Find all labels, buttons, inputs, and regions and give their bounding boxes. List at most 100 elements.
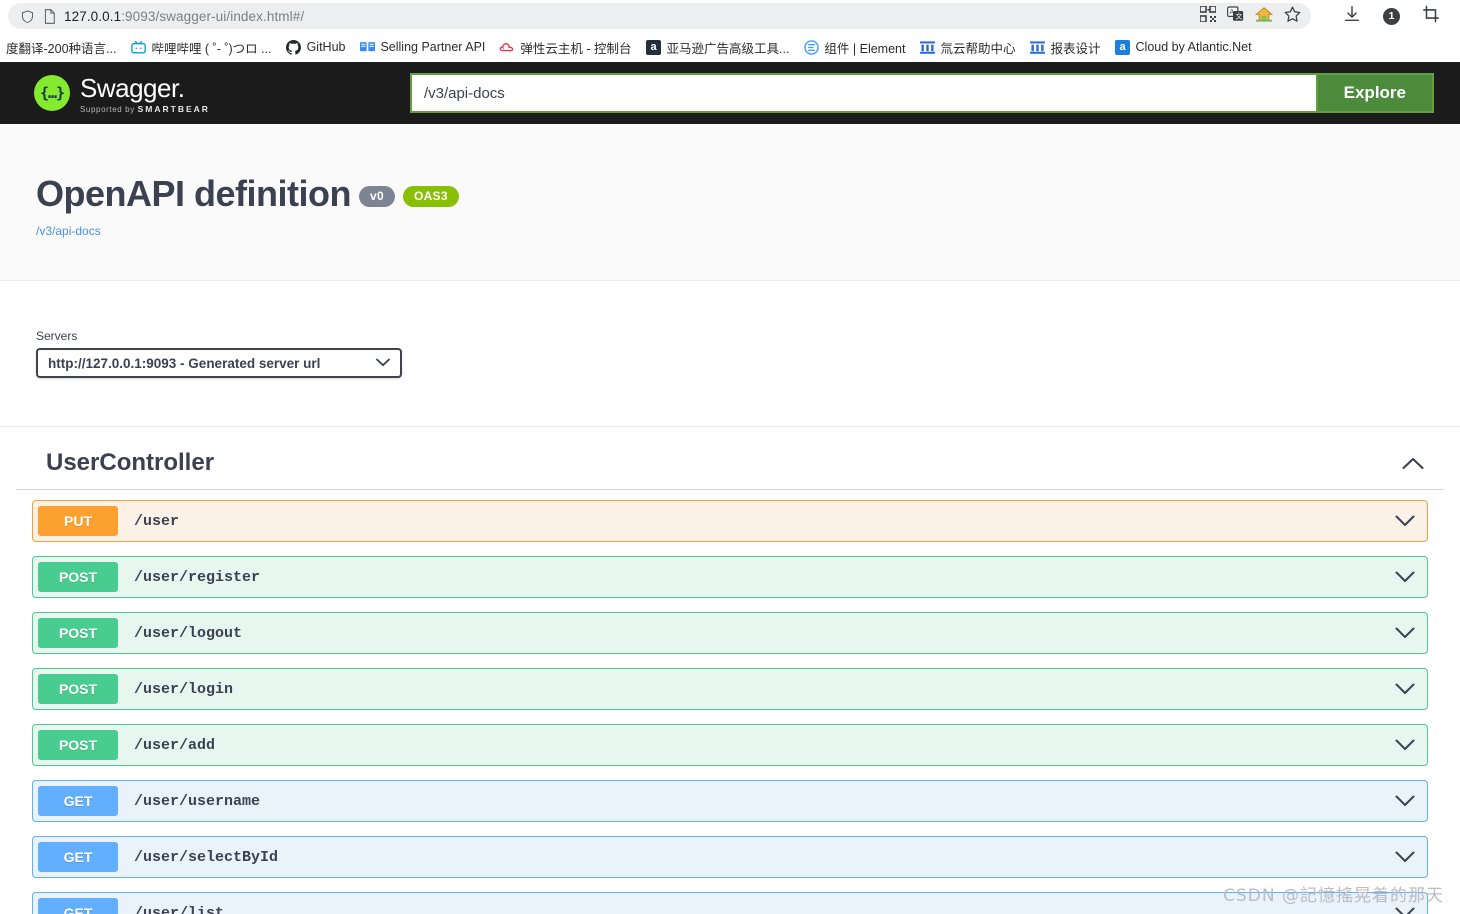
browser-toolbar: 127.0.0.1:9093/swagger-ui/index.html#/ A… bbox=[0, 0, 1460, 32]
bookmark-item[interactable]: 组件 | Element bbox=[796, 36, 912, 59]
operation-path: /user/logout bbox=[134, 624, 243, 642]
h3yun-help-icon bbox=[919, 39, 935, 55]
chevron-down-icon[interactable] bbox=[1395, 907, 1415, 914]
bookmark-label: 度翻译-200种语言... bbox=[6, 41, 117, 56]
method-badge: GET bbox=[38, 786, 118, 816]
bookmark-item[interactable]: 氚云帮助中心 bbox=[912, 36, 1022, 59]
servers-select[interactable]: http://127.0.0.1:9093 - Generated server… bbox=[36, 348, 402, 378]
tag-section-usercontroller: UserController PUT /user POST /user/regi… bbox=[0, 427, 1460, 914]
bookmark-label: 哔哩哔哩 ( ˚- ˚)つロ ... bbox=[151, 41, 272, 56]
servers-label: Servers bbox=[36, 329, 78, 343]
operation-path: /user/selectById bbox=[134, 848, 279, 866]
swagger-topbar: {…} Swagger. Supported by SMARTBEAR Expl… bbox=[0, 62, 1460, 124]
download-icon[interactable] bbox=[1343, 5, 1361, 28]
github-icon bbox=[286, 39, 302, 55]
bookmark-label: 组件 | Element bbox=[824, 41, 906, 56]
amazon-ads-icon: a bbox=[646, 39, 662, 55]
bookmark-item[interactable]: GitHub bbox=[279, 37, 353, 57]
bilibili-icon bbox=[130, 39, 146, 55]
chevron-down-icon[interactable] bbox=[1395, 739, 1415, 751]
method-badge: POST bbox=[38, 674, 118, 704]
chevron-down-icon[interactable] bbox=[1395, 627, 1415, 639]
operation-path: /user bbox=[134, 512, 180, 530]
svg-text:文: 文 bbox=[1236, 11, 1243, 20]
chevron-down-icon[interactable] bbox=[1395, 683, 1415, 695]
home-icon[interactable] bbox=[1254, 6, 1274, 27]
api-docs-link[interactable]: /v3/api-docs bbox=[36, 224, 1424, 238]
operation-row[interactable]: GET /user/selectById bbox=[32, 836, 1428, 878]
method-badge: POST bbox=[38, 562, 118, 592]
url-text: 127.0.0.1:9093/swagger-ui/index.html#/ bbox=[64, 8, 305, 24]
explore-button[interactable]: Explore bbox=[1315, 73, 1434, 113]
bookmark-item[interactable]: 报表设计 bbox=[1023, 36, 1108, 59]
bookmark-label: 氚云帮助中心 bbox=[940, 41, 1016, 56]
bookmark-label: 报表设计 bbox=[1050, 41, 1101, 56]
explore-form: Explore bbox=[409, 73, 1434, 113]
method-badge: GET bbox=[38, 898, 118, 914]
chevron-down-icon[interactable] bbox=[1395, 795, 1415, 807]
address-bar[interactable]: 127.0.0.1:9093/swagger-ui/index.html#/ A… bbox=[8, 3, 1311, 29]
operation-path: /user/register bbox=[134, 568, 261, 586]
operation-row[interactable]: PUT /user bbox=[32, 500, 1428, 542]
bookmark-item[interactable]: a Cloud by Atlantic.Net bbox=[1108, 37, 1259, 57]
shield-icon bbox=[20, 9, 35, 24]
amazon-sp-api-icon bbox=[359, 39, 375, 55]
api-definition-url-input[interactable] bbox=[409, 73, 1316, 113]
operation-row[interactable]: GET /user/list bbox=[32, 892, 1428, 914]
api-info-section: OpenAPI definition v0 OAS3 /v3/api-docs bbox=[0, 124, 1460, 281]
operation-row[interactable]: GET /user/username bbox=[32, 780, 1428, 822]
bookmark-label: Cloud by Atlantic.Net bbox=[1135, 40, 1252, 54]
bookmarks-bar: 度翻译-200种语言... 哔哩哔哩 ( ˚- ˚)つロ ... GitHub bbox=[0, 32, 1460, 62]
browser-actions: 1 bbox=[1317, 5, 1452, 28]
operations-list: PUT /user POST /user/register POST /user… bbox=[16, 490, 1444, 914]
element-ui-icon bbox=[803, 39, 819, 55]
operation-path: /user/login bbox=[134, 680, 234, 698]
translate-icon[interactable]: A 文 bbox=[1227, 5, 1244, 27]
swagger-wordmark: Swagger. bbox=[80, 72, 185, 103]
bookmark-label: 亚马逊广告高级工具... bbox=[666, 41, 790, 56]
operation-row[interactable]: POST /user/register bbox=[32, 556, 1428, 598]
bookmark-item[interactable]: 哔哩哔哩 ( ˚- ˚)つロ ... bbox=[123, 36, 278, 59]
bookmark-item[interactable]: 度翻译-200种语言... bbox=[0, 36, 123, 59]
oas-badge: OAS3 bbox=[402, 186, 459, 207]
atlantic-net-letter: a bbox=[1115, 39, 1131, 55]
atlantic-net-icon: a bbox=[1115, 39, 1131, 55]
browser-chrome: 127.0.0.1:9093/swagger-ui/index.html#/ A… bbox=[0, 0, 1460, 62]
bookmark-item[interactable]: 弹性云主机 - 控制台 bbox=[492, 36, 638, 59]
operation-path: /user/username bbox=[134, 792, 261, 810]
notification-badge[interactable]: 1 bbox=[1383, 7, 1400, 25]
chevron-up-icon[interactable] bbox=[1402, 457, 1424, 470]
address-bar-icons: A 文 bbox=[1190, 4, 1301, 27]
qr-code-icon[interactable] bbox=[1199, 4, 1217, 27]
swagger-logo[interactable]: {…} Swagger. Supported by SMARTBEAR bbox=[26, 73, 210, 114]
tag-header[interactable]: UserController bbox=[16, 427, 1444, 490]
star-icon[interactable] bbox=[1284, 6, 1301, 27]
bookmark-item[interactable]: a 亚马逊广告高级工具... bbox=[639, 36, 797, 59]
report-design-icon bbox=[1030, 39, 1046, 55]
method-badge: POST bbox=[38, 618, 118, 648]
operation-path: /user/add bbox=[134, 736, 216, 754]
operation-row[interactable]: POST /user/logout bbox=[32, 612, 1428, 654]
bookmark-label: GitHub bbox=[306, 40, 346, 54]
screenshot-capture-icon[interactable] bbox=[1422, 5, 1440, 28]
servers-section: Servers http://127.0.0.1:9093 - Generate… bbox=[0, 281, 1460, 427]
tag-name: UserController bbox=[46, 449, 215, 476]
chevron-down-icon[interactable] bbox=[1395, 571, 1415, 583]
translate-bookmark-icon bbox=[0, 39, 1, 55]
operation-row[interactable]: POST /user/add bbox=[32, 724, 1428, 766]
chevron-down-icon[interactable] bbox=[1395, 851, 1415, 863]
servers-selected-value: http://127.0.0.1:9093 - Generated server… bbox=[48, 355, 321, 371]
bookmark-label: 弹性云主机 - 控制台 bbox=[520, 41, 632, 56]
cloud-console-icon bbox=[499, 39, 515, 55]
method-badge: GET bbox=[38, 842, 118, 872]
page-icon bbox=[43, 8, 56, 24]
bookmark-item[interactable]: Selling Partner API bbox=[352, 37, 492, 57]
chevron-down-icon[interactable] bbox=[1395, 515, 1415, 527]
swagger-brace-icon: {…} bbox=[34, 74, 70, 111]
page-title: OpenAPI definition v0 OAS3 bbox=[36, 176, 1424, 212]
chevron-down-icon bbox=[376, 354, 390, 372]
version-badge: v0 bbox=[358, 186, 395, 207]
api-title-text: OpenAPI definition bbox=[36, 173, 351, 214]
method-badge: POST bbox=[38, 730, 118, 760]
operation-row[interactable]: POST /user/login bbox=[32, 668, 1428, 710]
